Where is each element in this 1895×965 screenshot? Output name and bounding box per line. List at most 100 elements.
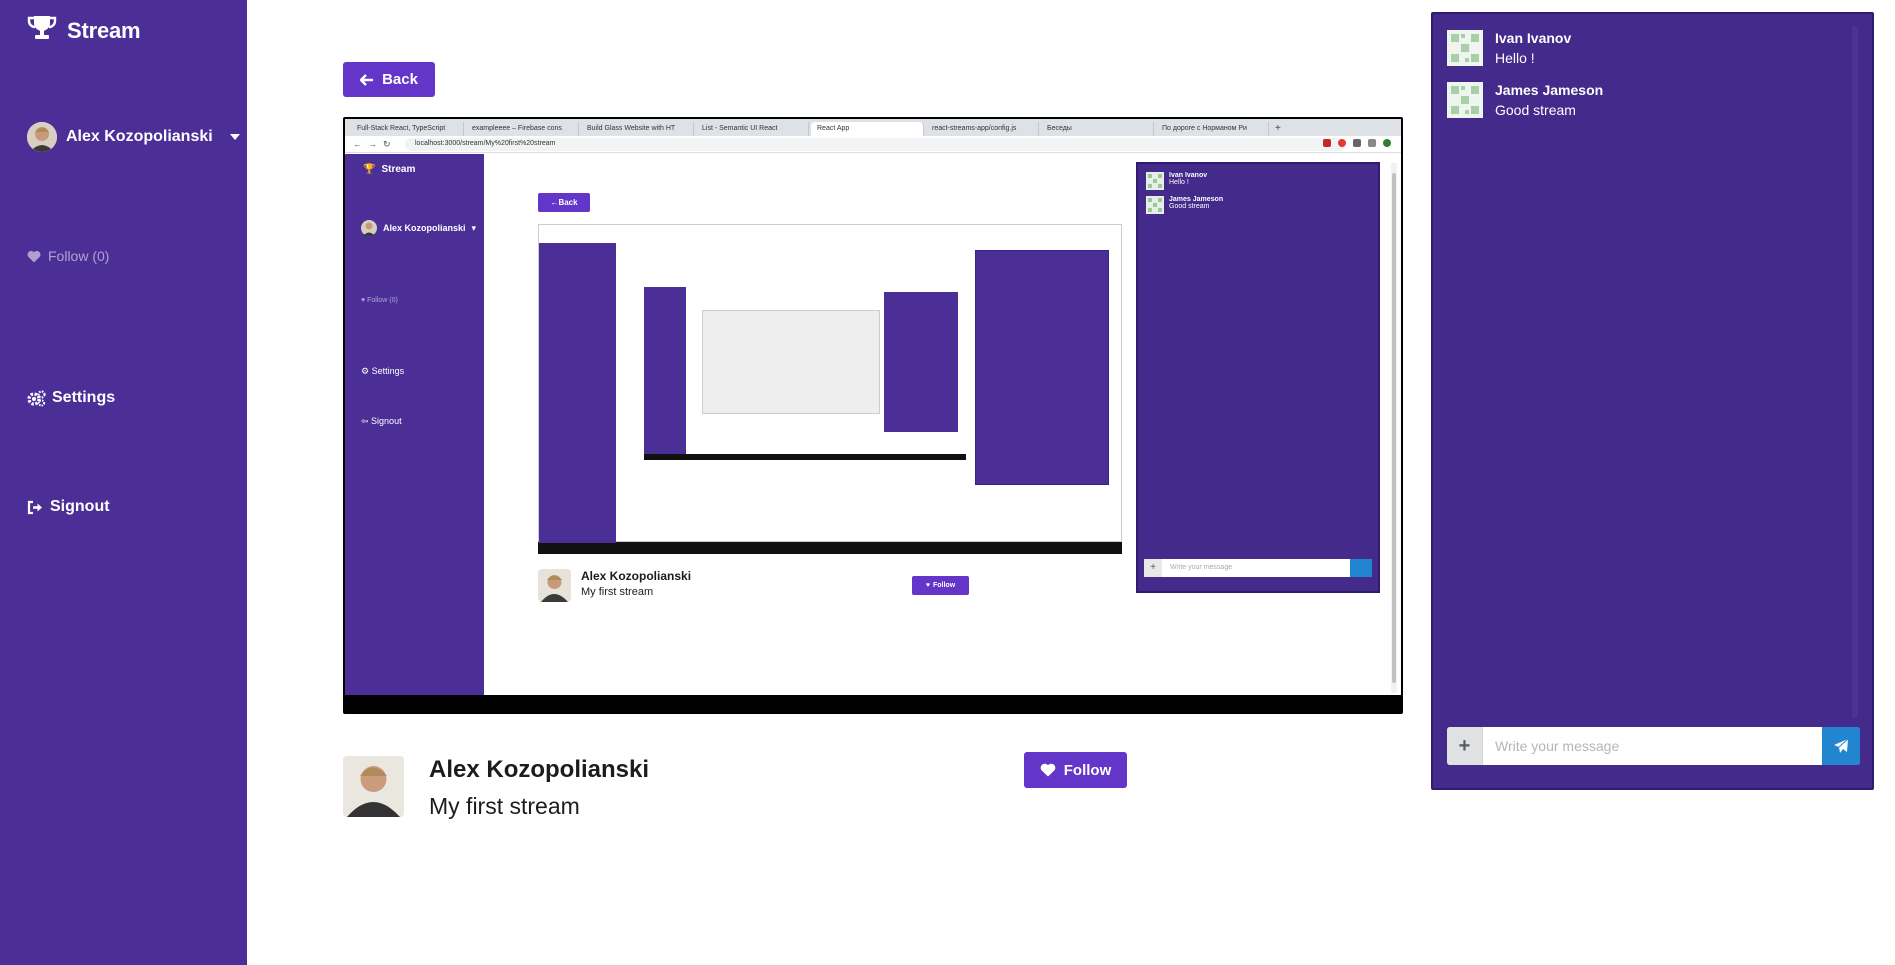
avatar	[1146, 196, 1164, 214]
stream-title: My first stream	[429, 793, 580, 819]
heart-icon	[1040, 763, 1056, 777]
chat-message-input[interactable]	[1483, 727, 1822, 765]
cogs-icon	[27, 389, 46, 407]
follow-count-label: Follow (0)	[48, 248, 110, 264]
avatar	[538, 569, 571, 602]
user-dropdown[interactable]: Alex Kozopolianski	[27, 122, 240, 152]
extension-icon	[1323, 139, 1331, 147]
shared-follow: ♥ Follow (0)	[361, 297, 398, 304]
nested-sidebar	[539, 243, 616, 543]
nav-settings[interactable]: Settings	[27, 389, 115, 407]
shared-follow-button: ♥ Follow	[912, 576, 969, 595]
shared-signout-label: Signout	[371, 416, 402, 426]
send-button[interactable]	[1822, 727, 1860, 765]
shared-chat: Ivan Ivanov Hello ! James Jameson Good str…	[1136, 162, 1380, 593]
nested-video	[702, 310, 880, 414]
shared-brand: 🏆 Stream	[363, 164, 415, 175]
chat-text: Hello !	[1495, 50, 1535, 66]
nested-video-screen	[644, 280, 966, 454]
follow-label: Follow	[1063, 761, 1112, 779]
browser-tab: Full-Stack React, TypeScript	[351, 122, 464, 136]
plus-icon: +	[1458, 734, 1471, 757]
nested-sidebar	[644, 287, 686, 454]
extension-icon	[1383, 139, 1391, 147]
shared-settings: ⚙ Settings	[361, 366, 405, 376]
chat-scrollbar[interactable]	[1852, 26, 1858, 718]
shared-sidebar: 🏆 Stream Alex Kozopolianski ▾ ♥ Follow (…	[345, 154, 484, 695]
paper-plane-icon	[1834, 738, 1849, 753]
avatar	[1447, 82, 1483, 118]
back-button[interactable]: Back	[343, 62, 435, 97]
video-player[interactable]: Full-Stack React, TypeScript exampleeee …	[343, 117, 1403, 714]
heart-icon	[27, 250, 41, 262]
browser-url: localhost:3000/stream/My%20first%20strea…	[405, 138, 1345, 151]
nested-chat	[884, 292, 958, 432]
nested-video	[644, 280, 966, 460]
shared-chat-text: Hello !	[1169, 179, 1189, 186]
shared-scrollbar-thumb	[1392, 173, 1396, 683]
browser-tab: react-streams-app/config.js	[926, 122, 1039, 136]
nav-signout-label: Signout	[50, 498, 110, 515]
shared-chat-author: James Jameson	[1169, 196, 1224, 203]
shared-streamer: Alex Kozopolianski My first stream	[538, 569, 691, 602]
avatar	[27, 122, 57, 152]
shared-follow-label: Follow (0)	[367, 297, 398, 304]
back-label: Back	[382, 71, 418, 88]
chat-panel: Ivan Ivanov Hello ! James Jameson Good s…	[1431, 12, 1874, 790]
streamer-info: Alex Kozopolianski My first stream	[343, 756, 649, 820]
shared-user: Alex Kozopolianski ▾	[361, 220, 476, 236]
shared-chat-input: + Write your message	[1144, 559, 1372, 577]
shared-stream-title: My first stream	[581, 586, 654, 598]
brand-title: Stream	[67, 17, 141, 43]
chat-message: Ivan Ivanov Hello !	[1447, 30, 1571, 66]
paper-plane-icon	[1350, 559, 1372, 577]
browser-tab: exampleeee – Firebase cons	[466, 122, 579, 136]
browser-tab: List - Semantic UI React	[696, 122, 809, 136]
shared-streamer-name: Alex Kozopolianski	[581, 569, 692, 583]
user-name: Alex Kozopolianski	[66, 128, 213, 145]
trophy-icon	[27, 14, 57, 47]
shared-signout: ⇦ Signout	[361, 416, 402, 426]
avatar	[1447, 30, 1483, 66]
shared-chat-text: Good stream	[1169, 203, 1210, 210]
shared-follow-label: Follow	[932, 582, 956, 589]
browser-addressbar: ←→↻ localhost:3000/stream/My%20first%20s…	[345, 136, 1401, 153]
caret-down-icon: ▾	[471, 222, 477, 233]
shared-back-button: ← Back	[538, 193, 590, 212]
browser-tab: React App	[811, 122, 924, 136]
browser-nav-icons: ←→↻	[353, 139, 397, 149]
sidebar: Stream Alex Kozopolianski Follow (0) Set…	[0, 0, 247, 965]
chat-input-group: +	[1447, 727, 1860, 765]
shared-video-screen	[538, 224, 1122, 543]
new-tab-icon: +	[1275, 123, 1281, 134]
browser-tab: По дороге с Норманом Ри	[1156, 122, 1269, 136]
brand[interactable]: Stream	[27, 14, 141, 47]
chat-author: James Jameson	[1495, 82, 1604, 98]
extension-icon	[1368, 139, 1376, 147]
follow-button[interactable]: Follow	[1024, 752, 1127, 788]
trophy-icon: 🏆	[363, 164, 376, 175]
chat-message: James Jameson Good stream	[1447, 82, 1603, 118]
browser-extensions	[1323, 139, 1391, 147]
shared-back-label: Back	[558, 198, 578, 207]
streamer-name: Alex Kozopolianski	[429, 756, 650, 783]
shared-brand-title: Stream	[381, 164, 416, 175]
shared-video	[538, 224, 1122, 554]
extension-icon	[1338, 139, 1346, 147]
avatar	[343, 756, 404, 817]
follow-count: Follow (0)	[27, 248, 109, 264]
shared-chat-message: Ivan Ivanov Hello !	[1146, 172, 1207, 190]
arrow-left-icon	[360, 73, 374, 86]
shared-scrollbar	[1391, 163, 1397, 693]
caret-down-icon	[229, 134, 240, 140]
avatar	[1146, 172, 1164, 190]
nav-signout[interactable]: Signout	[27, 498, 110, 516]
shared-chat-message: James Jameson Good stream	[1146, 196, 1223, 214]
attach-button[interactable]: +	[1447, 727, 1483, 765]
chat-author: Ivan Ivanov	[1495, 30, 1572, 46]
nav-settings-label: Settings	[52, 389, 116, 406]
shared-settings-label: Settings	[371, 366, 405, 376]
screen-share: Full-Stack React, TypeScript exampleeee …	[345, 119, 1401, 695]
browser-tab: Build Glass Website with HT	[581, 122, 694, 136]
avatar	[361, 220, 377, 236]
